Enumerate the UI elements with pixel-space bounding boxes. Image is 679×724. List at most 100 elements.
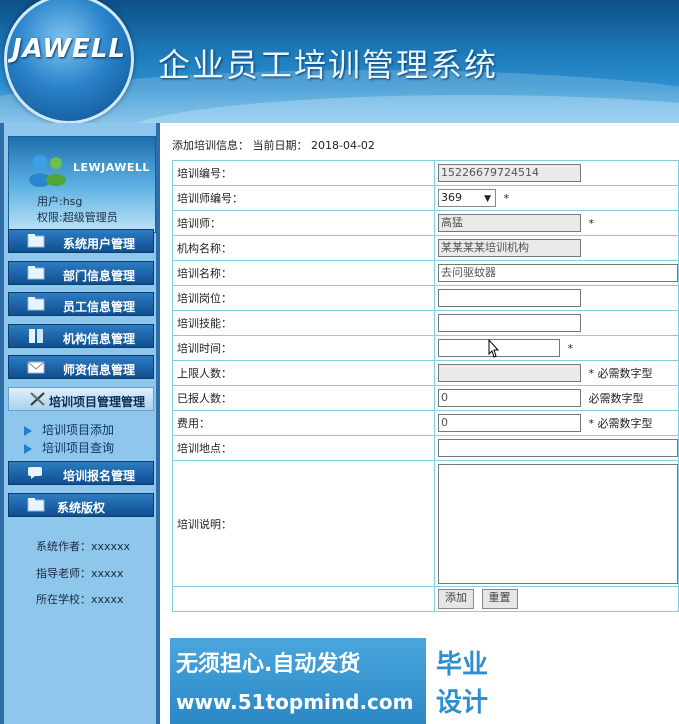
max-people-input[interactable]: [438, 364, 581, 382]
required-mark: *: [567, 341, 574, 355]
menu-label: 系统版权: [57, 501, 106, 515]
menu-institutions[interactable]: 机构信息管理: [8, 324, 154, 348]
form-row: 费用： 0 * 必需数字型: [172, 410, 679, 436]
footer-teacher: 指导老师：xxxxx: [36, 567, 124, 580]
form-row: 培训地点：: [172, 435, 679, 461]
menu-label: 部门信息管理: [63, 269, 136, 283]
banner-badge: 毕业 设计: [426, 638, 508, 724]
field-cell: [434, 460, 679, 587]
form-row: 机构名称： 某某某某培训机构: [172, 235, 679, 261]
banner-url: www.51topmind.com: [176, 690, 414, 714]
promo-banner[interactable]: 无须担心.自动发货 www.51topmind.com 毕业 设计: [170, 638, 508, 724]
field-label: 培训说明：: [172, 460, 435, 587]
select-value: 369: [441, 191, 462, 204]
field-cell: 某某某某培训机构: [434, 235, 679, 261]
form-row: 培训时间： *: [172, 335, 679, 361]
form-row: 培训说明：: [172, 460, 679, 587]
field-cell: 去问驱蚊器: [434, 260, 679, 286]
page-breadcrumb: 添加培训信息： 当前日期： 2018-04-02: [172, 139, 375, 152]
validation-note: * 必需数字型: [588, 417, 653, 430]
add-button[interactable]: 添加: [438, 589, 474, 609]
menu-label: 培训项目管理管理: [49, 395, 146, 409]
form-row: 培训技能：: [172, 310, 679, 336]
menu-label: 员工信息管理: [63, 300, 136, 314]
field-label: 机构名称：: [172, 235, 435, 261]
fee-input[interactable]: 0: [438, 414, 581, 432]
folder-icon: [27, 266, 45, 280]
position-input[interactable]: [438, 289, 581, 307]
field-cell: [434, 310, 679, 336]
field-label: 费用：: [172, 410, 435, 436]
training-id-input[interactable]: 15226679724514: [438, 164, 581, 182]
chat-icon: [28, 467, 42, 479]
field-cell: 高猛 *: [434, 210, 679, 236]
form-actions-row: 添加 重置: [172, 586, 679, 612]
form-row: 培训编号： 15226679724514: [172, 160, 679, 186]
submenu-add-project[interactable]: 培训项目添加: [24, 421, 114, 438]
menu-system-users[interactable]: 系统用户管理: [8, 229, 154, 253]
training-form: 培训编号： 15226679724514 培训师编号： 369 ▼ * 培训师： …: [172, 160, 679, 612]
trainer-id-select[interactable]: 369 ▼: [438, 189, 496, 207]
user-box: LEWJAWELL 用户:hsg 权限:超级管理员: [8, 136, 156, 233]
field-cell: 0 必需数字型: [434, 385, 679, 411]
field-label: 已报人数：: [172, 385, 435, 411]
dropdown-arrow-icon: ▼: [484, 194, 491, 204]
field-cell: [434, 435, 679, 461]
field-label: 培训名称：: [172, 260, 435, 286]
submenu-label: 培训项目查询: [42, 441, 115, 455]
field-label: 培训技能：: [172, 310, 435, 336]
enrolled-input[interactable]: 0: [438, 389, 581, 407]
field-label: 培训地点：: [172, 435, 435, 461]
app-header: JAWELL 企业员工培训管理系统: [0, 0, 679, 123]
form-row: 培训名称： 去问驱蚊器: [172, 260, 679, 286]
banner-badge-bottom: 设计: [436, 688, 489, 718]
actions-cell: 添加 重置: [434, 586, 679, 612]
folder-icon: [27, 498, 45, 512]
field-cell: * 必需数字型: [434, 360, 679, 386]
required-mark: *: [503, 191, 510, 205]
menu-registrations[interactable]: 培训报名管理: [8, 461, 154, 485]
training-name-input[interactable]: 去问驱蚊器: [438, 264, 678, 282]
reset-button[interactable]: 重置: [481, 589, 518, 609]
field-label: 培训师编号：: [172, 185, 435, 211]
triangle-bullet-icon: [24, 443, 32, 454]
institution-input[interactable]: 某某某某培训机构: [438, 239, 581, 257]
footer-author: 系统作者：xxxxxx: [36, 540, 131, 553]
required-mark: *: [588, 216, 595, 230]
field-cell: *: [434, 335, 679, 361]
field-cell: 15226679724514: [434, 160, 679, 186]
validation-note: 必需数字型: [588, 392, 644, 405]
field-label: 培训编号：: [172, 160, 435, 186]
folder-icon: [27, 297, 45, 311]
menu-departments[interactable]: 部门信息管理: [8, 261, 154, 285]
tools-icon: [30, 392, 45, 406]
skill-input[interactable]: [438, 314, 581, 332]
envelope-icon: [27, 361, 45, 374]
submenu-query-project[interactable]: 培训项目查询: [24, 439, 114, 456]
logo-text: JAWELL: [12, 34, 126, 64]
menu-label: 机构信息管理: [63, 332, 136, 346]
menu-training-projects[interactable]: 培训项目管理管理: [8, 387, 154, 411]
field-label: 上限人数：: [172, 360, 435, 386]
menu-copyright[interactable]: 系统版权: [8, 493, 154, 517]
banner-slogan: 无须担心.自动发货: [176, 652, 361, 677]
mouse-cursor-icon: [488, 339, 500, 358]
form-row: 上限人数： * 必需数字型: [172, 360, 679, 386]
menu-teachers[interactable]: 师资信息管理: [8, 355, 154, 379]
location-input[interactable]: [438, 439, 678, 457]
trainer-name-input[interactable]: 高猛: [438, 214, 581, 232]
field-label: 培训时间：: [172, 335, 435, 361]
menu-employees[interactable]: 员工信息管理: [8, 292, 154, 316]
form-row: 已报人数： 0 必需数字型: [172, 385, 679, 411]
field-cell: 0 * 必需数字型: [434, 410, 679, 436]
field-cell: [434, 285, 679, 311]
field-label: 培训师：: [172, 210, 435, 236]
brand-label: LEWJAWELL: [73, 161, 150, 174]
form-row: 培训师编号： 369 ▼ *: [172, 185, 679, 211]
description-textarea[interactable]: [438, 463, 678, 584]
menu-label: 培训报名管理: [63, 469, 136, 483]
sidebar: LEWJAWELL 用户:hsg 权限:超级管理员 系统用户管理 部门信息管理 …: [0, 123, 160, 724]
user-role: 权限:超级管理员: [37, 211, 118, 224]
field-label: 培训岗位：: [172, 285, 435, 311]
field-cell: 369 ▼ *: [434, 185, 679, 211]
